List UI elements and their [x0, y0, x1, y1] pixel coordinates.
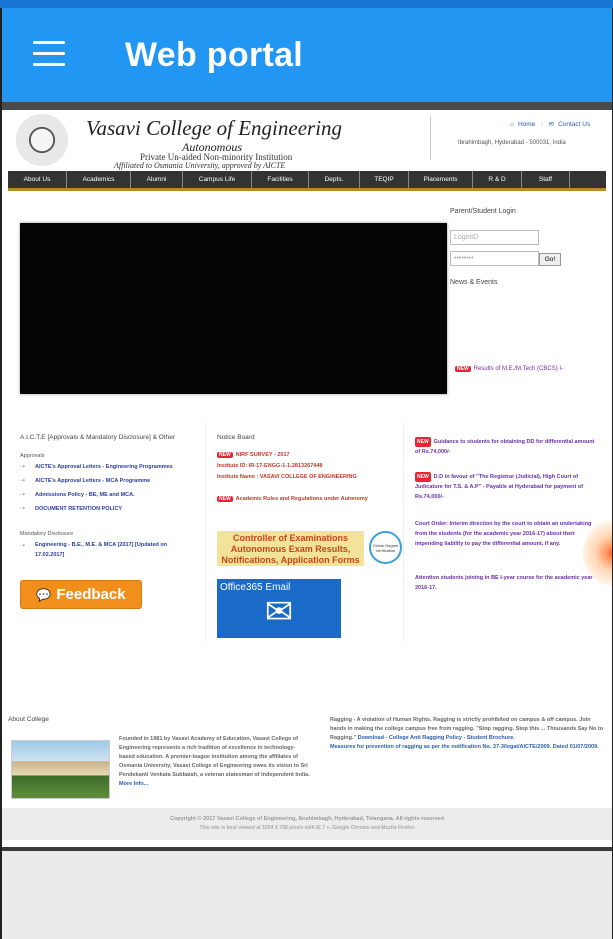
ragging-download-link[interactable]: Download - College Anti Ragging Policy -…: [358, 735, 515, 741]
header-divider: [430, 116, 431, 160]
nav-placements[interactable]: Placements: [409, 171, 473, 188]
new-badge: NEW: [415, 472, 431, 482]
aicte-item[interactable]: AICTE's Approval Letters - MCA Programme: [35, 478, 150, 484]
arrow-icon: ⇢: [20, 543, 26, 549]
nav-staff[interactable]: Staff: [522, 171, 570, 188]
nav-alumni[interactable]: Alumni: [131, 171, 183, 188]
ragging-notice: Ragging - A violation of Human Rights. R…: [330, 717, 604, 750]
menu-icon[interactable]: [33, 41, 65, 67]
login-title: Parent/Student Login: [450, 208, 516, 215]
webview: Vasavi College of Engineering Autonomous…: [2, 110, 612, 847]
main-nav: About Us Academics Alumni Campus Life Fa…: [8, 171, 606, 191]
mandatory-link-date[interactable]: 17.02.2017]: [35, 552, 64, 558]
coe-banner[interactable]: Controller of Examinations Autonomous Ex…: [217, 531, 364, 566]
nav-facilities[interactable]: Facilities: [252, 171, 309, 188]
announcement[interactable]: NEW Guidance to students for obtaining DD…: [415, 437, 600, 457]
image-slider[interactable]: [20, 223, 447, 394]
new-badge: NEW: [415, 437, 431, 447]
login-id-input[interactable]: LoginID: [450, 230, 539, 245]
online-degree-verification[interactable]: Online Degree Verification: [369, 531, 402, 564]
contact-link[interactable]: Contact Us: [558, 121, 590, 128]
news-title: News & Events: [450, 279, 498, 286]
password-input[interactable]: ••••••••: [450, 251, 539, 266]
nav-teqip[interactable]: TEQIP: [360, 171, 409, 188]
about-text: Founded in 1981 by Vasavi Academy of Edu…: [119, 736, 310, 787]
institute-id: Institute ID: IR-17-ENGG-1-1-2813267448: [217, 463, 323, 469]
chat-icon: 💬: [36, 587, 52, 602]
college-photo: [11, 740, 110, 799]
top-links: ⌂ Home | ✉ Contact Us: [510, 121, 591, 128]
arrow-icon: ⇢: [20, 492, 26, 498]
nav-depts[interactable]: Depts.: [309, 171, 360, 188]
arrow-icon: ⇢: [20, 506, 26, 512]
mandatory-heading: Mandatory Disclosure: [20, 531, 74, 537]
ragging-measures-link[interactable]: Measures for prevention of ragging as pe…: [330, 744, 599, 750]
app-bar-shadow: [2, 102, 612, 110]
college-affiliation: Affiliated to Osmania University, approv…: [114, 161, 286, 170]
mail-icon: ✉: [264, 593, 294, 631]
rules-link[interactable]: NEW Academic Rules and Regulations under …: [217, 496, 368, 502]
aicte-item[interactable]: DOCUMENT RETENTION POLICY: [35, 506, 122, 512]
nav-campus-life[interactable]: Campus Life: [183, 171, 252, 188]
aicte-item[interactable]: AICTE's Approval Letters - Engineering P…: [35, 464, 173, 470]
home-link[interactable]: Home: [518, 121, 535, 128]
arrow-icon: ⇢: [20, 478, 26, 484]
nirf-survey-link[interactable]: NEW NIRF SURVEY - 2017: [217, 452, 290, 458]
aicte-title: A.I.C.T.E [Approvals & Mandatory Disclos…: [20, 434, 175, 441]
institute-name: Institute Name : VASAVI COLLEGE OF ENGIN…: [217, 474, 357, 480]
column-divider: [403, 422, 404, 642]
new-badge: NEW: [455, 366, 471, 372]
address: Ibrahimbagh, Hyderabad - 500031, India: [458, 140, 566, 146]
college-logo: [16, 114, 68, 166]
feedback-button[interactable]: 💬 Feedback: [20, 580, 142, 609]
arrow-icon: ⇢: [20, 464, 26, 470]
announcement[interactable]: Attention students joining in BE I-year …: [415, 573, 600, 593]
mail-icon: ✉: [548, 121, 555, 128]
app-title: Web portal: [125, 36, 304, 74]
webview-bottom: [2, 847, 612, 939]
nav-academics[interactable]: Academics: [67, 171, 131, 188]
about-title: About College: [8, 716, 49, 723]
new-badge: NEW: [217, 452, 233, 458]
footer: Copyright © 2017 Vasavi College of Engin…: [2, 808, 612, 840]
news-item[interactable]: NEW Results of M.E./M.Tech (CBCS) I-: [455, 366, 563, 372]
column-divider: [205, 422, 206, 642]
office365-banner[interactable]: Office365 Email ✉: [217, 579, 341, 638]
notice-title: Notice Board: [217, 434, 255, 441]
best-viewed: This site is best viewed at 1024 X 768 p…: [199, 825, 415, 831]
go-button[interactable]: Go!: [539, 253, 561, 266]
mandatory-link[interactable]: Engineering - B.E., M.E. & MCA [2017] [U…: [35, 542, 167, 548]
status-bar: [0, 0, 613, 8]
app-bar: Web portal: [2, 8, 612, 102]
new-badge: NEW: [217, 496, 233, 502]
announcement[interactable]: NEW D.D in favour of "The Registrar (Judi…: [415, 472, 600, 502]
nav-about-us[interactable]: About Us: [8, 171, 67, 188]
announcement[interactable]: Court Order: Interim direction by the co…: [415, 519, 600, 549]
college-name: Vasavi College of Engineering: [86, 116, 343, 140]
nav-r-and-d[interactable]: R & D: [473, 171, 522, 188]
home-icon: ⌂: [510, 121, 514, 128]
aicte-item[interactable]: Admissions Policy - BE, ME and MCA.: [35, 492, 135, 498]
more-info-link[interactable]: More Info...: [119, 781, 148, 787]
copyright: Copyright © 2017 Vasavi College of Engin…: [170, 816, 444, 822]
approvals-heading: Approvals: [20, 453, 45, 459]
